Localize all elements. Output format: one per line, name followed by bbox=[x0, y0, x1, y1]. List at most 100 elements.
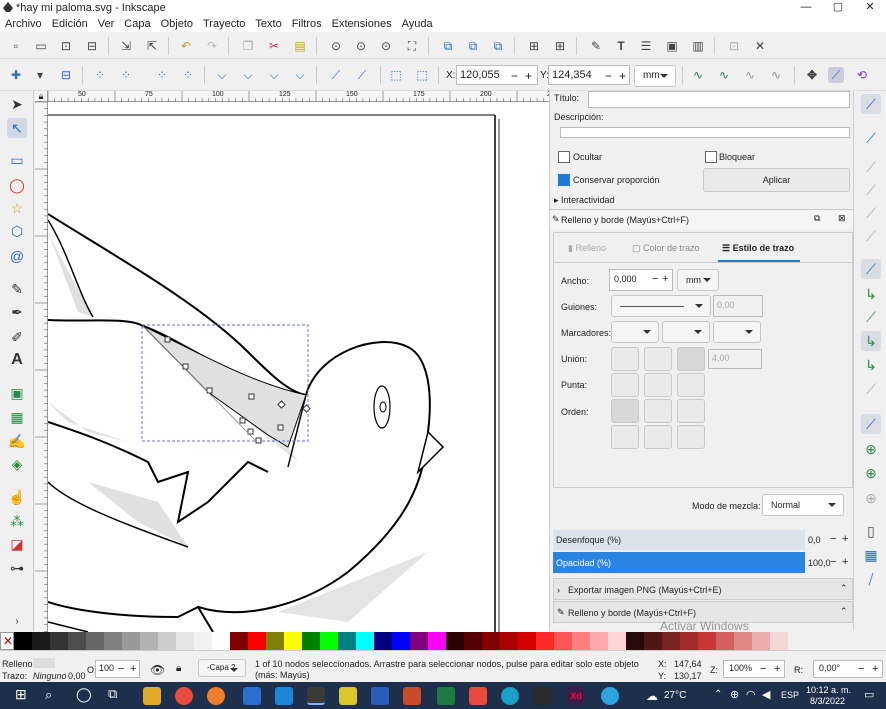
layer-lock-icon[interactable]: 🔒︎ bbox=[176, 663, 181, 674]
maximize-button[interactable]: ▢ bbox=[822, 0, 854, 15]
lock-guides-icon[interactable]: 🔒︎ bbox=[35, 91, 48, 102]
inkscape-taskbar-icon[interactable] bbox=[307, 687, 325, 705]
snap-rotation-center-icon[interactable]: ⊕ bbox=[861, 463, 881, 483]
segment-curve-icon[interactable]: ⟋ bbox=[354, 67, 370, 83]
snap-guide-icon[interactable]: ⧸ bbox=[861, 569, 881, 589]
xml-editor-icon[interactable]: ▣ bbox=[664, 38, 680, 54]
zoom-decrement[interactable]: − bbox=[760, 663, 766, 675]
palette-swatch[interactable] bbox=[50, 632, 68, 650]
weather-icon[interactable]: ☁ bbox=[646, 689, 658, 703]
interactivity-expander[interactable]: ▸ Interactividad bbox=[554, 195, 615, 206]
palette-swatch[interactable] bbox=[626, 632, 644, 650]
ungroup-icon[interactable]: ⊞ bbox=[552, 38, 568, 54]
order-stroke-fill-markers-button[interactable] bbox=[644, 399, 672, 423]
opacity-decrement-button[interactable]: − bbox=[830, 556, 836, 568]
gradient-tool-icon[interactable]: ▣ bbox=[7, 383, 27, 403]
snap-smooth-icon[interactable]: ↳ bbox=[861, 355, 881, 375]
palette-swatch[interactable] bbox=[320, 632, 338, 650]
palette-swatch[interactable] bbox=[734, 632, 752, 650]
palette-swatch[interactable] bbox=[230, 632, 248, 650]
dove-drawing[interactable] bbox=[48, 102, 549, 632]
powerpoint-store-icon[interactable] bbox=[243, 687, 261, 705]
document-properties-icon[interactable]: ⊡ bbox=[726, 38, 742, 54]
tab-stroke-paint[interactable]: ▢ Color de trazo bbox=[632, 243, 700, 254]
palette-swatch[interactable] bbox=[662, 632, 680, 650]
width-unit-select[interactable]: mm bbox=[677, 269, 719, 291]
transform-handles-icon[interactable] bbox=[778, 67, 794, 83]
open-folder-icon[interactable]: ▭ bbox=[33, 38, 49, 54]
blur-increment-button[interactable]: + bbox=[842, 533, 848, 545]
palette-swatch[interactable] bbox=[284, 632, 302, 650]
node-symmetric-icon[interactable]: ⌵ bbox=[266, 67, 282, 83]
palette-swatch[interactable] bbox=[680, 632, 698, 650]
node-tool-icon[interactable]: ↖ bbox=[7, 118, 27, 138]
volume-icon[interactable]: ◀ bbox=[762, 688, 770, 701]
clock-date[interactable]: 8/3/2022 bbox=[810, 696, 845, 706]
end-marker-select[interactable] bbox=[713, 321, 761, 343]
menu-ver[interactable]: Ver bbox=[93, 18, 120, 30]
wifi-icon[interactable]: ◠ bbox=[746, 688, 756, 701]
duplicate-icon[interactable]: ⧉ bbox=[440, 38, 456, 54]
vscode-icon[interactable] bbox=[275, 687, 293, 705]
palette-swatch[interactable] bbox=[698, 632, 716, 650]
insert-dropdown-icon[interactable]: ▾ bbox=[32, 67, 48, 83]
snap-grid-icon[interactable]: ▦ bbox=[861, 545, 881, 565]
opacity-status-decrement[interactable]: − bbox=[118, 663, 124, 675]
snap-cusp-icon[interactable]: ↳ bbox=[861, 331, 881, 351]
snap-center-icon[interactable]: ⊕ bbox=[861, 439, 881, 459]
snap-bbox-edge-icon[interactable]: ⟋ bbox=[861, 157, 881, 177]
snap-text-baseline-icon[interactable]: ⊕ bbox=[861, 488, 881, 508]
tray-overflow-icon[interactable]: ⌃ bbox=[714, 689, 722, 700]
palette-swatch[interactable] bbox=[374, 632, 392, 650]
pencil-tool-icon[interactable]: ✎ bbox=[7, 279, 27, 299]
menu-capa[interactable]: Capa bbox=[119, 18, 155, 30]
menu-ayuda[interactable]: Ayuda bbox=[397, 18, 438, 30]
clock-time[interactable]: 10:12 a. m. bbox=[806, 685, 851, 695]
palette-swatch[interactable] bbox=[392, 632, 410, 650]
snap-path-icon[interactable]: ↳ bbox=[861, 284, 881, 304]
task-view-icon[interactable]: ⧉ bbox=[108, 686, 117, 702]
undo-icon[interactable]: ↶ bbox=[178, 38, 194, 54]
zoom-selection-icon[interactable]: ⊙ bbox=[328, 38, 344, 54]
layers-icon[interactable]: ☰ bbox=[638, 38, 654, 54]
order-fill-stroke-markers-button[interactable] bbox=[611, 399, 639, 423]
preferences-icon[interactable]: ✕ bbox=[752, 38, 768, 54]
tab-stroke-style[interactable]: ☰ Estilo de trazo bbox=[722, 243, 794, 254]
new-document-icon[interactable]: ▫ bbox=[8, 38, 24, 54]
palette-swatch[interactable] bbox=[482, 632, 500, 650]
blur-decrement-button[interactable]: − bbox=[830, 533, 836, 545]
palette-swatch[interactable] bbox=[140, 632, 158, 650]
star-tool-icon[interactable]: ☆ bbox=[7, 198, 27, 218]
palette-swatch[interactable] bbox=[554, 632, 572, 650]
bucket-tool-icon[interactable]: ◈ bbox=[7, 454, 27, 474]
sticky-notes-icon[interactable] bbox=[339, 687, 357, 705]
firefox-icon[interactable] bbox=[207, 687, 225, 705]
miter-limit-input[interactable]: 4,00 bbox=[708, 349, 762, 369]
start-marker-select[interactable] bbox=[611, 321, 659, 343]
segment-line-icon[interactable]: ⟋ bbox=[328, 67, 344, 83]
menu-texto[interactable]: Texto bbox=[250, 18, 286, 30]
weather-temperature[interactable]: 27°C bbox=[664, 690, 686, 701]
telegram-icon[interactable] bbox=[601, 687, 619, 705]
mid-marker-select[interactable] bbox=[662, 321, 710, 343]
fill-swatch[interactable] bbox=[33, 658, 55, 668]
word-icon[interactable] bbox=[371, 687, 389, 705]
pen-tool-icon[interactable]: ✒ bbox=[7, 302, 27, 322]
palette-swatch[interactable] bbox=[464, 632, 482, 650]
x-increment-button[interactable]: + bbox=[525, 69, 532, 83]
dash-offset-input[interactable]: 0,00 bbox=[713, 295, 763, 317]
menu-objeto[interactable]: Objeto bbox=[156, 18, 198, 30]
menu-trayecto[interactable]: Trayecto bbox=[198, 18, 250, 30]
layer-select[interactable]: -Capa 2 bbox=[198, 659, 246, 677]
circle-tool-icon[interactable]: ◯ bbox=[7, 175, 27, 195]
paste-icon[interactable]: ▤ bbox=[292, 38, 308, 54]
powerpoint-icon[interactable] bbox=[403, 687, 421, 705]
blur-slider[interactable]: Desenfoque (%) bbox=[553, 530, 805, 550]
align-icon[interactable]: ▥ bbox=[690, 38, 706, 54]
cut-icon[interactable]: ✂ bbox=[266, 38, 282, 54]
title-input[interactable] bbox=[588, 91, 850, 108]
eraser-tool-icon[interactable]: ◪ bbox=[7, 534, 27, 554]
next-path-effect-icon[interactable]: ∿ bbox=[716, 67, 732, 83]
rect-tool-icon[interactable]: ▭ bbox=[7, 150, 27, 170]
collapse-chevron-icon[interactable]: ⌃ bbox=[840, 606, 848, 617]
